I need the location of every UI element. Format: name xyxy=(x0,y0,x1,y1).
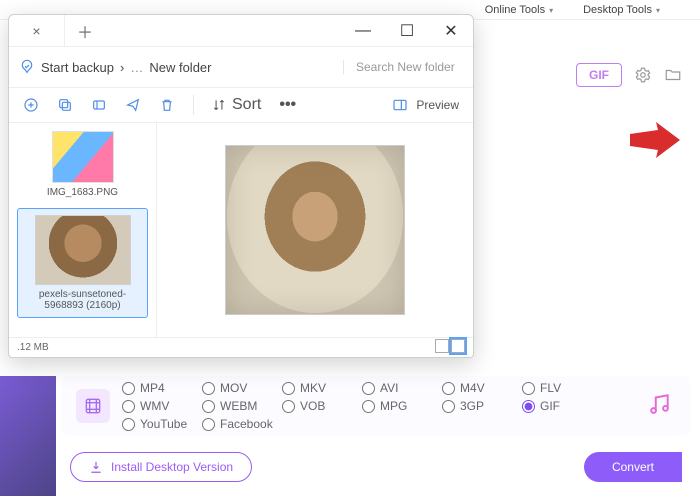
preview-image xyxy=(225,145,405,315)
minimize-button[interactable]: ― xyxy=(341,15,385,46)
search-input[interactable]: Search New folder xyxy=(343,60,463,74)
more-icon[interactable]: ••• xyxy=(279,96,296,114)
format-option-facebook[interactable]: Facebook xyxy=(202,417,280,431)
file-name: pexels-sunsetoned-5968893 (2160p) xyxy=(20,289,145,311)
thumbnail xyxy=(52,131,114,183)
file-item-selected[interactable]: pexels-sunsetoned-5968893 (2160p) xyxy=(17,208,148,318)
format-option-mov[interactable]: MOV xyxy=(202,381,280,395)
thumbnail xyxy=(35,215,131,285)
format-option-mpg[interactable]: MPG xyxy=(362,399,440,413)
file-explorer-window: × ＋ ― ☐ ✕ Start backup › … New folder Se… xyxy=(8,14,474,358)
format-option-youtube[interactable]: YouTube xyxy=(122,417,200,431)
install-desktop-button[interactable]: Install Desktop Version xyxy=(70,452,252,482)
left-promo-panel xyxy=(0,376,56,496)
sort-label: Sort xyxy=(232,96,261,114)
preview-toggle-icon[interactable] xyxy=(392,97,408,113)
menu-online-tools[interactable]: Online Tools xyxy=(485,4,553,16)
copy-icon[interactable] xyxy=(57,97,73,113)
format-option-vob[interactable]: VOB xyxy=(282,399,360,413)
status-bar: .12 MB xyxy=(9,337,473,357)
format-option-m4v[interactable]: M4V xyxy=(442,381,520,395)
format-option-avi[interactable]: AVI xyxy=(362,381,440,395)
breadcrumb-ellipsis[interactable]: … xyxy=(130,60,143,75)
file-item[interactable]: IMG_1683.PNG xyxy=(17,131,148,198)
share-icon[interactable] xyxy=(125,97,141,113)
install-label: Install Desktop Version xyxy=(111,460,233,474)
close-tab-button[interactable]: × xyxy=(9,15,65,46)
chevron-right-icon: › xyxy=(120,60,124,75)
toolbar: Sort ••• Preview xyxy=(9,87,473,123)
format-option-webm[interactable]: WEBM xyxy=(202,399,280,413)
breadcrumb-folder[interactable]: New folder xyxy=(149,60,211,75)
menu-desktop-tools[interactable]: Desktop Tools xyxy=(583,4,660,16)
callout-arrow xyxy=(630,120,680,160)
gif-badge: GIF xyxy=(576,63,622,87)
new-tab-button[interactable]: ＋ xyxy=(65,15,105,46)
format-option-3gp[interactable]: 3GP xyxy=(442,399,520,413)
file-list[interactable]: IMG_1683.PNG pexels-sunsetoned-5968893 (… xyxy=(9,123,157,337)
address-bar[interactable]: Start backup › … New folder Search New f… xyxy=(9,47,473,87)
format-selector: MP4MOVMKVAVIM4VFLV WMVWEBMVOBMPG3GPGIF You… xyxy=(62,376,690,436)
format-option-flv[interactable]: FLV xyxy=(522,381,600,395)
file-size: .12 MB xyxy=(17,342,49,353)
titlebar: × ＋ ― ☐ ✕ xyxy=(9,15,473,47)
preview-label: Preview xyxy=(416,98,459,112)
maximize-button[interactable]: ☐ xyxy=(385,15,429,46)
format-option-mkv[interactable]: MKV xyxy=(282,381,360,395)
audio-format-icon[interactable] xyxy=(646,391,676,421)
gear-icon[interactable] xyxy=(634,66,652,84)
delete-icon[interactable] xyxy=(159,97,175,113)
format-option-wmv[interactable]: WMV xyxy=(122,399,200,413)
video-format-icon xyxy=(76,389,110,423)
rename-icon[interactable] xyxy=(91,97,107,113)
view-mode-buttons[interactable] xyxy=(433,339,465,356)
folder-icon[interactable] xyxy=(664,66,682,84)
sort-dropdown[interactable]: Sort xyxy=(212,96,261,114)
preview-pane xyxy=(157,123,473,337)
file-name: IMG_1683.PNG xyxy=(17,187,148,198)
convert-button[interactable]: Convert xyxy=(584,452,682,482)
breadcrumb-root[interactable]: Start backup xyxy=(41,60,114,75)
format-option-mp4[interactable]: MP4 xyxy=(122,381,200,395)
format-option-gif[interactable]: GIF xyxy=(522,399,600,413)
close-window-button[interactable]: ✕ xyxy=(429,15,473,46)
new-item-icon[interactable] xyxy=(23,97,39,113)
